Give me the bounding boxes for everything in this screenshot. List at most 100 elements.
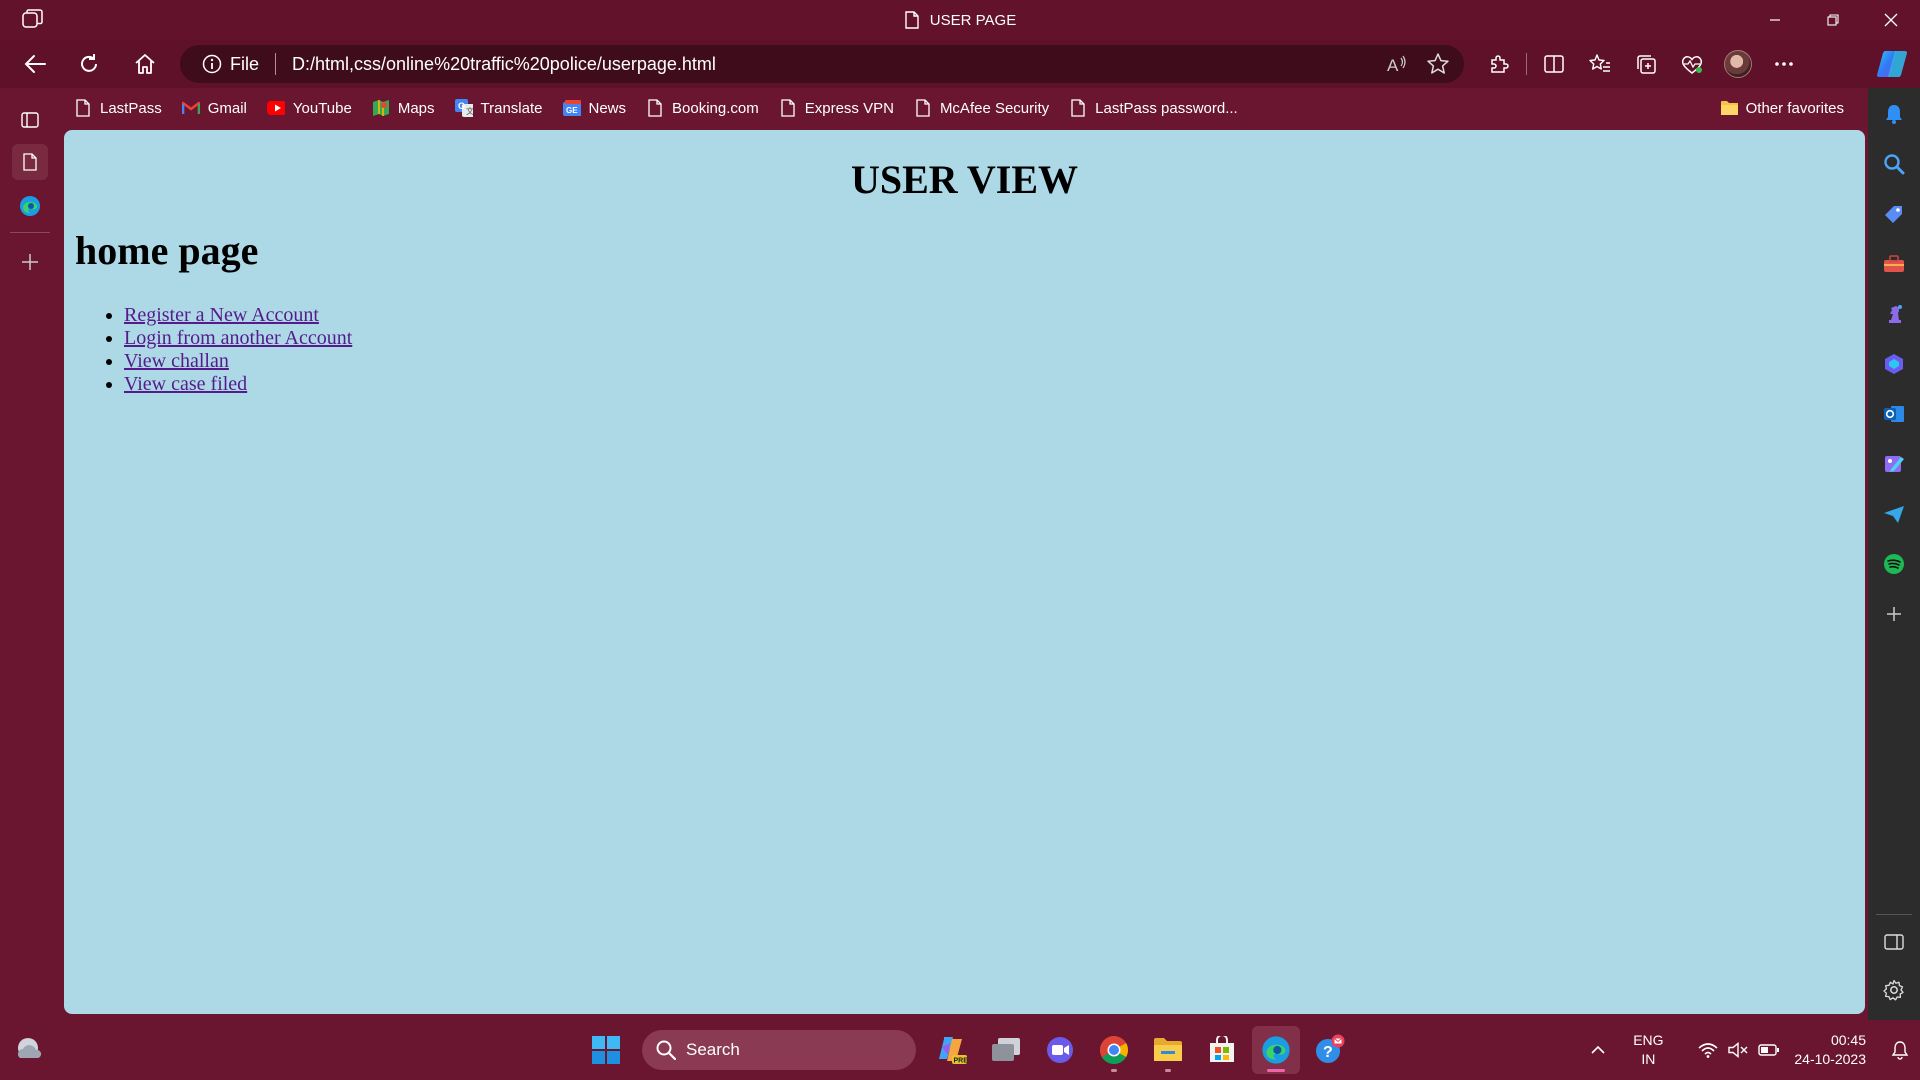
designer-button[interactable] — [1878, 448, 1910, 480]
page-icon — [648, 99, 662, 117]
favorite-translate[interactable]: G文 Translate — [445, 92, 553, 124]
microsoft-365-button[interactable] — [1878, 348, 1910, 380]
browser-essentials-button[interactable] — [1669, 40, 1715, 88]
notifications-button[interactable] — [1878, 98, 1910, 130]
page-icon — [916, 99, 930, 117]
add-sidebar-app-button[interactable] — [1878, 598, 1910, 630]
folder-icon — [1154, 1038, 1182, 1061]
new-tab-button[interactable] — [12, 244, 48, 280]
favorite-booking[interactable]: Booking.com — [636, 92, 769, 124]
svg-text:GE: GE — [566, 106, 578, 115]
close-button[interactable] — [1862, 0, 1920, 40]
profile-button[interactable] — [1715, 40, 1761, 88]
outlook-button[interactable] — [1878, 398, 1910, 430]
tab-user-page[interactable] — [12, 144, 48, 180]
page-icon — [1071, 99, 1085, 117]
copilot-button[interactable] — [1876, 49, 1908, 79]
sidebar-toggle-icon — [1884, 934, 1904, 950]
spotify-button[interactable] — [1878, 548, 1910, 580]
toolbar-divider — [1526, 53, 1527, 75]
refresh-button[interactable] — [72, 47, 106, 81]
split-screen-button[interactable] — [1531, 40, 1577, 88]
favorite-express-vpn[interactable]: Express VPN — [769, 92, 904, 124]
back-button[interactable] — [18, 47, 52, 81]
favorite-gmail[interactable]: Gmail — [172, 92, 257, 124]
svg-text:文: 文 — [466, 106, 473, 116]
svg-text:G: G — [458, 101, 465, 111]
favorite-label: LastPass password... — [1095, 99, 1238, 117]
tab-edge[interactable] — [12, 188, 48, 224]
url-text[interactable]: D:/html,css/online%20traffic%20police/us… — [292, 54, 716, 75]
sidebar-settings-button[interactable] — [1878, 974, 1910, 1006]
favorite-label: News — [588, 99, 627, 117]
favorites-button[interactable] — [1577, 40, 1623, 88]
tab-panel-icon — [21, 112, 39, 128]
task-view-icon — [992, 1038, 1020, 1061]
settings-more-button[interactable] — [1761, 40, 1807, 88]
collections-button[interactable] — [1623, 40, 1669, 88]
hide-sidebar-button[interactable] — [1878, 926, 1910, 958]
avatar — [1724, 50, 1752, 78]
favorite-news[interactable]: GE News — [553, 92, 637, 124]
telegram-button[interactable] — [1878, 498, 1910, 530]
minimize-icon — [1770, 19, 1780, 21]
favorite-lastpass-password[interactable]: LastPass password... — [1059, 92, 1248, 124]
input-language[interactable]: ENG IN — [1618, 1031, 1678, 1069]
start-button[interactable] — [582, 1026, 630, 1074]
back-arrow-icon — [24, 55, 46, 73]
sidebar-divider — [1876, 914, 1912, 915]
taskbar-apps: Search PRE ? — [582, 1026, 1354, 1074]
favorite-label: Express VPN — [804, 99, 894, 117]
home-icon — [135, 54, 155, 74]
favorite-youtube[interactable]: YouTube — [257, 92, 362, 124]
login-link[interactable]: Login from another Account — [124, 327, 352, 349]
view-case-filed-link[interactable]: View case filed — [124, 373, 247, 395]
task-view-button[interactable] — [982, 1026, 1030, 1074]
extensions-button[interactable] — [1476, 40, 1522, 88]
favorite-star-icon[interactable] — [1426, 52, 1450, 76]
restore-icon — [1827, 14, 1839, 26]
microsoft-store-app[interactable] — [1198, 1026, 1246, 1074]
tab-panel-button[interactable] — [12, 102, 48, 138]
favorite-maps[interactable]: Maps — [362, 92, 445, 124]
page-icon — [23, 153, 37, 171]
show-hidden-icons-button[interactable] — [1578, 1045, 1618, 1055]
address-actions: A — [1386, 45, 1450, 83]
favorite-mcafee[interactable]: McAfee Security — [904, 92, 1059, 124]
video-call-icon — [1047, 1037, 1073, 1063]
site-info-button[interactable]: File — [202, 54, 259, 75]
info-icon — [202, 54, 222, 74]
register-link[interactable]: Register a New Account — [124, 304, 319, 326]
collections-icon — [1637, 55, 1656, 74]
minimize-button[interactable] — [1746, 0, 1804, 40]
edge-app[interactable] — [1252, 1026, 1300, 1074]
read-aloud-icon[interactable]: A — [1386, 54, 1408, 74]
list-item: Login from another Account — [124, 327, 1865, 350]
search-sidebar-button[interactable] — [1878, 148, 1910, 180]
other-favorites-label: Other favorites — [1745, 99, 1844, 117]
split-screen-icon — [1544, 55, 1564, 73]
notification-center-button[interactable] — [1880, 1040, 1920, 1060]
view-challan-link[interactable]: View challan — [124, 350, 229, 372]
file-explorer-app[interactable] — [1144, 1026, 1192, 1074]
clock[interactable]: 00:45 24-10-2023 — [1794, 1031, 1866, 1069]
other-favorites[interactable]: Other favorites — [1710, 92, 1854, 124]
teams-meet-app[interactable] — [1036, 1026, 1084, 1074]
games-button[interactable] — [1878, 298, 1910, 330]
outlook-icon — [1884, 406, 1904, 422]
taskbar-search-box[interactable]: Search — [642, 1030, 916, 1070]
quick-settings[interactable] — [1698, 1042, 1780, 1058]
copilot-preview-app[interactable]: PRE — [928, 1026, 976, 1074]
chrome-app[interactable] — [1090, 1026, 1138, 1074]
restore-button[interactable] — [1804, 0, 1862, 40]
home-button[interactable] — [128, 47, 162, 81]
weather-widget[interactable] — [14, 1036, 44, 1064]
translate-icon: G文 — [454, 99, 473, 117]
tools-button[interactable] — [1878, 248, 1910, 280]
list-item: Register a New Account — [124, 304, 1865, 327]
chrome-icon — [1100, 1036, 1128, 1064]
help-app[interactable]: ? — [1306, 1026, 1354, 1074]
shopping-button[interactable] — [1878, 198, 1910, 230]
favorite-lastpass[interactable]: LastPass — [64, 92, 172, 124]
address-bar[interactable]: File D:/html,css/online%20traffic%20poli… — [180, 45, 1464, 83]
